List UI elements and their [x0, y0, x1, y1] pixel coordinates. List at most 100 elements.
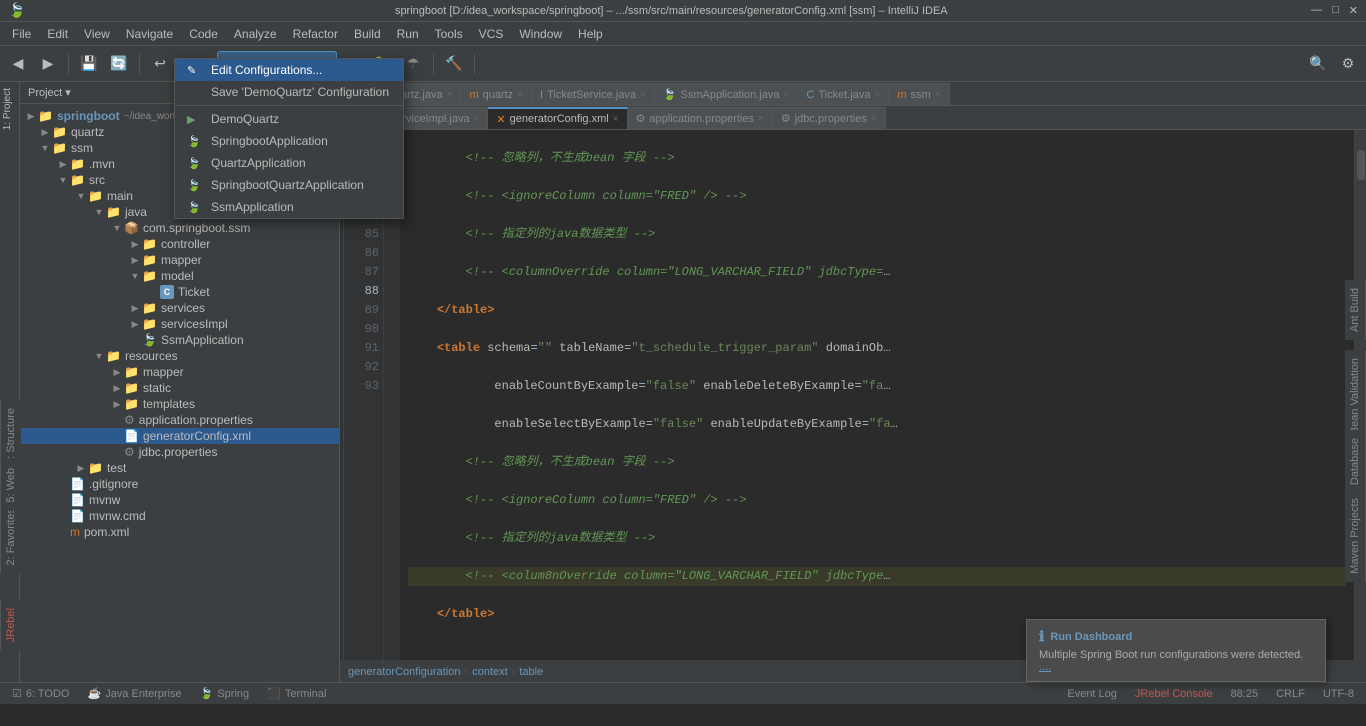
tree-arrow-static: ▶ [110, 383, 124, 394]
menu-refactor[interactable]: Refactor [285, 25, 346, 43]
menu-file[interactable]: File [4, 25, 39, 43]
tab-application-props[interactable]: ⚙ application.properties × [628, 107, 773, 129]
tree-item-app-props[interactable]: ⚙ application.properties [20, 412, 339, 428]
maven-projects-tab[interactable]: Maven Projects [1345, 490, 1366, 582]
tab-jdbcprops-close[interactable]: × [871, 113, 877, 124]
menu-run[interactable]: Run [389, 25, 427, 43]
bean-validation-tab[interactable]: Bean Validation [1345, 350, 1366, 442]
search-button[interactable]: 🔍 [1304, 50, 1332, 78]
tree-item-test[interactable]: ▶ 📁 test [20, 460, 339, 476]
jrebel-side-tab[interactable]: JRebel [0, 600, 21, 650]
tab-quartz-close[interactable]: × [517, 89, 523, 100]
quartz-app-item[interactable]: 🍃 QuartzApplication [175, 152, 403, 174]
tree-item-generator-config[interactable]: 📄 generatorConfig.xml [20, 428, 339, 444]
tab-generatorconfig-close[interactable]: × [613, 114, 619, 125]
ssm-app-item[interactable]: 🍃 SsmApplication [175, 196, 403, 218]
line-num-85: 85 [348, 225, 379, 244]
menu-help[interactable]: Help [570, 25, 611, 43]
status-line-sep[interactable]: CRLF [1268, 686, 1313, 702]
tab-quartz[interactable]: m quartz × [461, 83, 532, 105]
tree-item-mapper[interactable]: ▶ 📁 mapper [20, 252, 339, 268]
tree-item-resources[interactable]: ▼ 📁 resources [20, 348, 339, 364]
tab-generatorconfig-icon: ✕ [496, 113, 505, 126]
sidebar-tab-project[interactable]: 1: Project [0, 82, 19, 136]
menu-vcs[interactable]: VCS [471, 25, 512, 43]
favorites-side-tab[interactable]: 2: Favorites [0, 500, 21, 573]
tree-item-servicesimpl[interactable]: ▶ 📁 servicesImpl [20, 316, 339, 332]
tree-item-templates[interactable]: ▶ 📁 templates [20, 396, 339, 412]
save-configuration-item[interactable]: Save 'DemoQuartz' Configuration [175, 81, 403, 103]
undo-button[interactable]: ↩ [146, 50, 174, 78]
bottom-tab-event-log[interactable]: Event Log [1059, 686, 1125, 702]
tree-item-res-mapper[interactable]: ▶ 📁 mapper [20, 364, 339, 380]
database-tab[interactable]: Database [1345, 430, 1366, 493]
minimize-button[interactable]: — [1311, 4, 1322, 17]
bc-context[interactable]: context [472, 666, 507, 678]
settings-button[interactable]: ⚙ [1334, 50, 1362, 78]
status-encoding[interactable]: UTF-8 [1315, 686, 1362, 702]
springboot-quartz-item[interactable]: 🍃 SpringbootQuartzApplication [175, 174, 403, 196]
tab-ticket-close[interactable]: × [875, 89, 881, 100]
app-props-label: application.properties [139, 413, 253, 427]
bc-table[interactable]: table [519, 666, 543, 678]
tree-item-ssmapp[interactable]: 🍃 SsmApplication [20, 332, 339, 348]
tree-item-ticket[interactable]: C Ticket [20, 284, 339, 300]
menu-navigate[interactable]: Navigate [118, 25, 181, 43]
springboot-app-item[interactable]: 🍃 SpringbootApplication [175, 130, 403, 152]
code-editor[interactable]: <!-- 忽略列，不生成bean 字段 --> <!-- <ignoreColu… [400, 130, 1354, 660]
close-button[interactable]: ✕ [1349, 4, 1358, 17]
tab-jdbc-props[interactable]: ⚙ jdbc.properties × [773, 107, 886, 129]
tab-quartz-icon: m [469, 89, 478, 101]
tab-demoquartz-close[interactable]: × [447, 89, 453, 100]
build-button[interactable]: 🔨 [440, 50, 468, 78]
bottom-tab-terminal[interactable]: ⬛ Terminal [259, 685, 334, 702]
tree-item-pom[interactable]: m pom.xml [20, 524, 339, 540]
tree-item-model[interactable]: ▼ 📁 model [20, 268, 339, 284]
menu-view[interactable]: View [76, 25, 118, 43]
bottom-tab-spring[interactable]: 🍃 Spring [192, 685, 258, 702]
tab-ssm[interactable]: m ssm × [889, 83, 949, 105]
tree-item-services[interactable]: ▶ 📁 services [20, 300, 339, 316]
tab-ticketservice-close[interactable]: × [640, 89, 646, 100]
back-button[interactable]: ◀ [4, 50, 32, 78]
demoquartz-config-item[interactable]: ▶ DemoQuartz [175, 108, 403, 130]
bottom-tab-java-enterprise[interactable]: ☕ Java Enterprise [79, 685, 189, 702]
springboot-label: springboot [57, 109, 120, 123]
menu-analyze[interactable]: Analyze [226, 25, 285, 43]
tree-item-static[interactable]: ▶ 📁 static [20, 380, 339, 396]
tab-ssm-close[interactable]: × [935, 89, 941, 100]
tree-arrow-mvn: ▶ [56, 159, 70, 170]
tab-ssmapp-close[interactable]: × [784, 89, 790, 100]
tree-item-controller[interactable]: ▶ 📁 controller [20, 236, 339, 252]
tree-item-mvnw-cmd[interactable]: 📄 mvnw.cmd [20, 508, 339, 524]
run-dashboard-link[interactable]: .... [1039, 661, 1051, 673]
tab-ticket[interactable]: C Ticket.java × [798, 83, 889, 105]
menu-tools[interactable]: Tools [427, 25, 471, 43]
tab-ticketservice[interactable]: I TicketService.java × [532, 83, 655, 105]
right-scrollbar[interactable] [1357, 150, 1365, 180]
maximize-button[interactable]: □ [1332, 4, 1339, 17]
tab-ssmapplication[interactable]: 🍃 SsmApplication.java × [655, 83, 799, 105]
save-all-button[interactable]: 💾 [75, 50, 103, 78]
forward-button[interactable]: ▶ [34, 50, 62, 78]
tab-ticketimpl-close[interactable]: × [474, 113, 480, 124]
bc-generator-config[interactable]: generatorConfiguration [348, 666, 461, 678]
web-side-tab[interactable]: 5: Web [0, 460, 21, 511]
tree-item-gitignore[interactable]: 📄 .gitignore [20, 476, 339, 492]
edit-configurations-item[interactable]: ✎ Edit Configurations... [175, 59, 403, 81]
ant-build-tab[interactable]: Ant Build [1345, 280, 1366, 340]
bottom-tab-todo[interactable]: ☑ 6: TODO [4, 685, 77, 702]
synchronize-button[interactable]: 🔄 [105, 50, 133, 78]
tree-item-package[interactable]: ▼ 📦 com.springboot.ssm [20, 220, 339, 236]
menu-code[interactable]: Code [181, 25, 226, 43]
tab-generatorconfig[interactable]: ✕ generatorConfig.xml × [488, 107, 627, 129]
tab-appprops-close[interactable]: × [758, 113, 764, 124]
menu-edit[interactable]: Edit [39, 25, 76, 43]
menu-window[interactable]: Window [511, 25, 570, 43]
tree-item-mvnw[interactable]: 📄 mvnw [20, 492, 339, 508]
bottom-tab-jrebel[interactable]: JRebel Console [1127, 686, 1221, 702]
save-configuration-label: Save 'DemoQuartz' Configuration [211, 85, 389, 99]
tree-item-jdbc-props[interactable]: ⚙ jdbc.properties [20, 444, 339, 460]
run-config-dropdown-menu: ✎ Edit Configurations... Save 'DemoQuart… [174, 58, 404, 219]
menu-build[interactable]: Build [346, 25, 389, 43]
